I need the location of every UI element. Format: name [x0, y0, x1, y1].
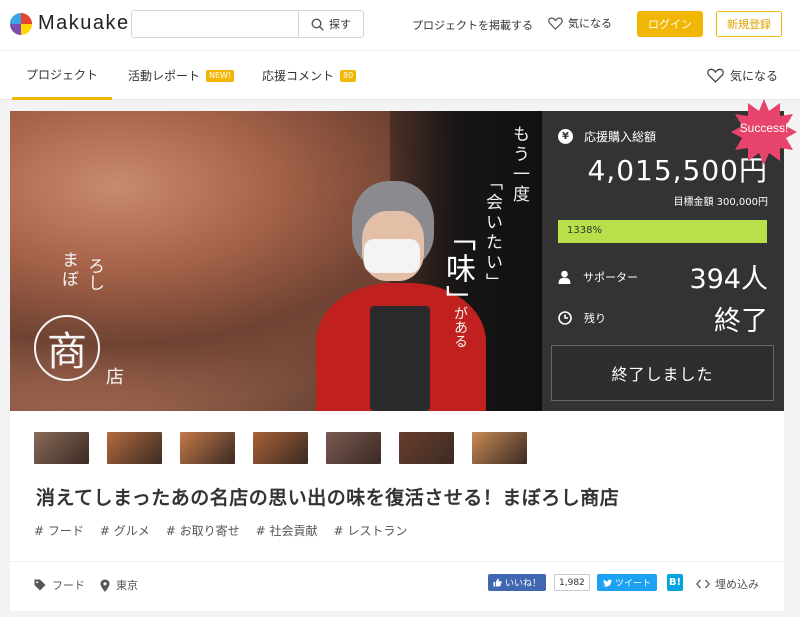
- search-input[interactable]: [132, 11, 298, 37]
- image-thumbnail-strip: [34, 432, 545, 464]
- total-label-row: ¥ 応援購入総額: [558, 128, 656, 145]
- location-link[interactable]: 東京: [100, 577, 138, 593]
- remaining-label: 残り: [584, 312, 606, 325]
- comment-count-badge: 80: [340, 69, 357, 82]
- embed-label: 埋め込み: [715, 578, 759, 591]
- project-hero-image[interactable]: もう一度 「会いたい」 「味」 がある まぼ ろし 商 店: [10, 111, 542, 411]
- goal-amount: 目標金額 300,000円: [673, 197, 768, 208]
- location-label: 東京: [116, 579, 138, 592]
- site-header: Makuake 探す プロジェクトを掲載する 気になる ログイン 新規登録: [0, 0, 800, 50]
- signup-button[interactable]: 新規登録: [716, 11, 782, 37]
- slogan-big: 「味」: [440, 221, 475, 317]
- category-label: フード: [52, 579, 85, 592]
- search-button-label: 探す: [329, 18, 351, 31]
- login-button[interactable]: ログイン: [637, 11, 703, 37]
- thumbnail[interactable]: [107, 432, 162, 464]
- tab-project[interactable]: プロジェクト: [12, 51, 113, 100]
- tag-icon: [34, 579, 46, 591]
- nav-favorite-label: 気になる: [729, 69, 778, 83]
- code-icon: [696, 579, 710, 589]
- total-label: 応援購入総額: [584, 130, 657, 144]
- new-badge: NEW!: [206, 69, 235, 82]
- shop-logo-circle: 商: [34, 315, 100, 381]
- tab-activity-report[interactable]: 活動レポート NEW!: [128, 51, 235, 100]
- tweet-label: ツイート: [615, 579, 652, 589]
- person-icon: [558, 270, 571, 284]
- facebook-like-count: 1,982: [554, 574, 590, 591]
- embed-link[interactable]: 埋め込み: [696, 576, 759, 592]
- heart-icon: [548, 17, 563, 30]
- progress-percent: 1338%: [567, 225, 602, 236]
- tag-link[interactable]: # お取り寄せ: [166, 522, 240, 539]
- tab-activity-report-label: 活動レポート: [128, 69, 201, 83]
- slogan-line1: もう一度: [509, 125, 529, 205]
- tweet-button[interactable]: ツイート: [597, 574, 658, 591]
- post-project-link[interactable]: プロジェクトを掲載する: [412, 17, 533, 33]
- project-card: もう一度 「会いたい」 「味」 がある まぼ ろし 商 店 ¥ 応援購入総額 4…: [10, 99, 797, 611]
- success-badge: Success!: [731, 99, 797, 165]
- success-badge-label: Success!: [739, 121, 789, 135]
- remaining-value: 終了: [714, 306, 768, 337]
- project-title: 消えてしまったあの名店の思い出の味を復活させる！まぼろし商店: [36, 487, 620, 509]
- header-favorites-link[interactable]: 気になる: [548, 15, 612, 31]
- slogan-tail: がある: [452, 306, 468, 348]
- tag-link[interactable]: # 社会貢献: [256, 522, 318, 539]
- tag-list: # フード # グルメ # お取り寄せ # 社会貢献 # レストラン: [34, 522, 423, 539]
- tag-link[interactable]: # フード: [34, 522, 84, 539]
- logo-text: Makuake: [38, 12, 130, 34]
- shop-logo-line1: まぼ: [58, 251, 78, 289]
- divider: [10, 561, 784, 562]
- tab-comments[interactable]: 応援コメント 80: [262, 51, 357, 100]
- tab-comments-label: 応援コメント: [262, 69, 335, 83]
- thumbs-up-icon: [493, 578, 502, 587]
- remaining-row: 残り: [558, 310, 606, 326]
- facebook-like-label: いいね！: [505, 579, 542, 589]
- thumbnail[interactable]: [472, 432, 527, 464]
- thumbnail[interactable]: [399, 432, 454, 464]
- thumbnail[interactable]: [34, 432, 89, 464]
- search-bar: 探す: [131, 10, 364, 38]
- shop-logo-line2: ろし: [84, 257, 104, 291]
- header-favorites-label: 気になる: [568, 17, 612, 30]
- thumbnail[interactable]: [180, 432, 235, 464]
- nav-favorite-button[interactable]: 気になる: [707, 67, 778, 84]
- makuake-logo-icon: [10, 12, 32, 35]
- supporters-row: サポーター: [558, 269, 638, 285]
- project-ended-button[interactable]: 終了しました: [551, 345, 774, 401]
- shop-logo-ten: 店: [106, 367, 124, 388]
- clock-icon: [558, 311, 572, 325]
- supporters-count: 394人: [689, 264, 768, 295]
- twitter-bird-icon: [603, 579, 612, 587]
- supporters-label: サポーター: [583, 271, 638, 284]
- search-button[interactable]: 探す: [298, 11, 363, 37]
- makuake-logo[interactable]: Makuake: [10, 12, 130, 35]
- heart-icon: [707, 68, 724, 83]
- funding-progress-bar: 1338%: [558, 220, 767, 243]
- project-tab-nav: プロジェクト 活動レポート NEW! 応援コメント 80 気になる: [0, 50, 800, 100]
- map-pin-icon: [100, 579, 110, 592]
- thumbnail[interactable]: [253, 432, 308, 464]
- tab-project-label: プロジェクト: [26, 67, 99, 82]
- category-link[interactable]: フード: [34, 577, 85, 593]
- slogan-line2: 「会いたい」: [482, 173, 502, 293]
- shop-logo: まぼ ろし 商 店: [30, 251, 150, 401]
- search-icon: [311, 17, 324, 31]
- yen-icon: ¥: [558, 129, 573, 144]
- facebook-like-button[interactable]: いいね！: [488, 574, 547, 591]
- thumbnail[interactable]: [326, 432, 381, 464]
- tag-link[interactable]: # グルメ: [100, 522, 150, 539]
- hatena-bookmark-button[interactable]: B!: [667, 574, 683, 591]
- tag-link[interactable]: # レストラン: [334, 522, 408, 539]
